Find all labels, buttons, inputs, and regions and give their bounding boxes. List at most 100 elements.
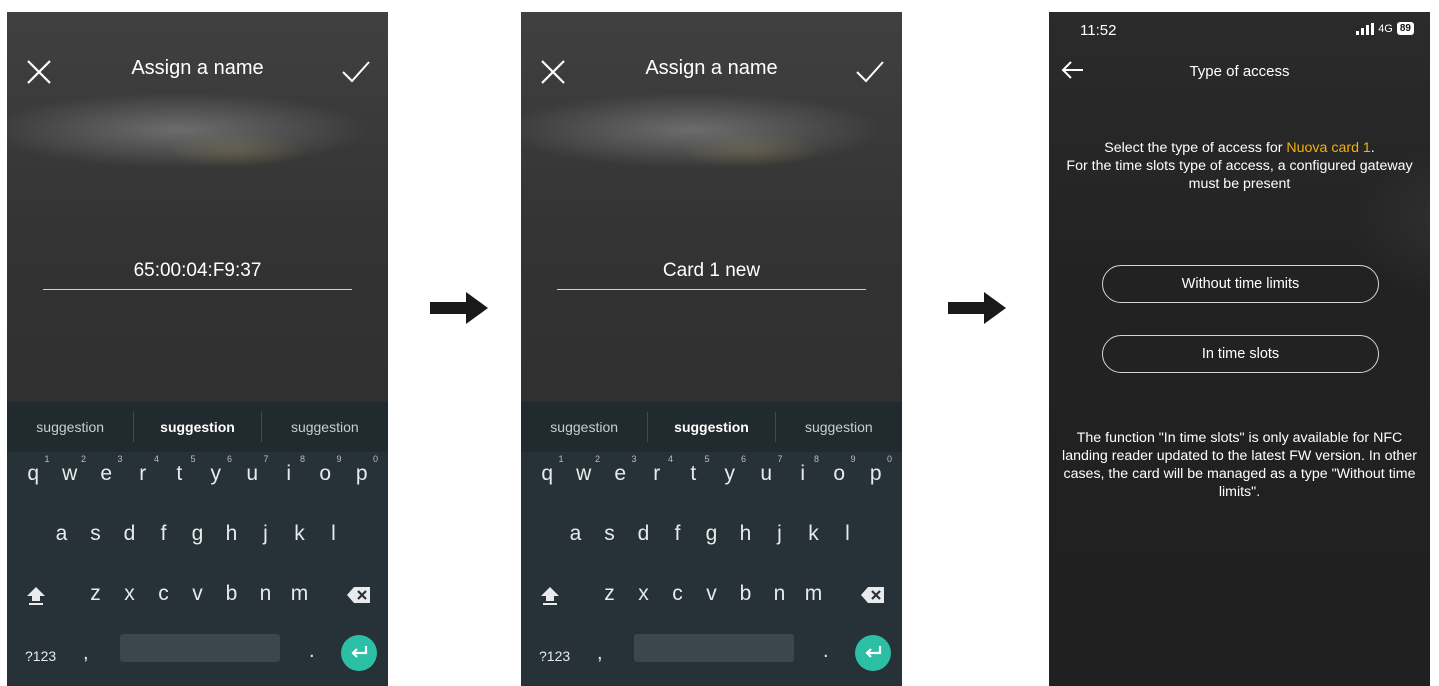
key-hint: 1 <box>44 454 50 464</box>
key-hint: 7 <box>777 454 783 464</box>
key-v[interactable]: v <box>181 582 215 606</box>
key-v[interactable]: v <box>695 582 729 606</box>
key-hint: 5 <box>704 454 710 464</box>
key-y[interactable]: y6 <box>712 454 749 486</box>
key-hint: 3 <box>631 454 637 464</box>
screen-title: Assign a name <box>645 57 778 79</box>
keyboard: suggestion suggestion suggestion q1 w2 e… <box>521 402 902 686</box>
key-t[interactable]: t5 <box>161 454 198 486</box>
key-n[interactable]: n <box>249 582 283 606</box>
suggestion-right[interactable]: suggestion <box>262 419 388 435</box>
space-key[interactable] <box>634 634 794 662</box>
key-i[interactable]: i8 <box>785 454 822 486</box>
status-time: 11:52 <box>1080 22 1117 39</box>
info-note: The function "In time slots" is only ava… <box>1062 430 1417 500</box>
space-key[interactable] <box>120 634 280 662</box>
key-m[interactable]: m <box>283 582 317 606</box>
key-a[interactable]: a <box>559 522 593 546</box>
key-f[interactable]: f <box>147 522 181 546</box>
key-b[interactable]: b <box>729 582 763 606</box>
key-h[interactable]: h <box>215 522 249 546</box>
key-e[interactable]: e3 <box>88 454 125 486</box>
key-f[interactable]: f <box>661 522 695 546</box>
key-c[interactable]: c <box>147 582 181 606</box>
check-icon[interactable] <box>342 58 370 86</box>
backspace-icon[interactable] <box>346 584 372 606</box>
comma-key[interactable]: , <box>597 642 603 665</box>
key-l[interactable]: l <box>831 522 865 546</box>
arrow-right-icon <box>430 292 488 324</box>
key-l[interactable]: l <box>317 522 351 546</box>
input-underline <box>43 289 352 290</box>
key-u[interactable]: u7 <box>748 454 785 486</box>
suggestion-bar: suggestion suggestion suggestion <box>521 402 902 452</box>
key-k[interactable]: k <box>283 522 317 546</box>
key-row-3: z x c v b n m <box>7 582 388 606</box>
without-time-limits-button[interactable]: Without time limits <box>1102 265 1379 303</box>
comma-key[interactable]: , <box>83 642 89 665</box>
key-n[interactable]: n <box>763 582 797 606</box>
key-hint: 4 <box>667 454 673 464</box>
key-row-1: q1 w2 e3 r4 t5 y6 u7 i8 o9 p0 <box>521 454 902 486</box>
key-r[interactable]: r4 <box>639 454 676 486</box>
period-key[interactable]: . <box>309 640 315 663</box>
type-of-access-screen: 11:52 4G 89 Type of access Select the ty… <box>1049 12 1430 686</box>
key-q[interactable]: q1 <box>529 454 566 486</box>
network-label: 4G <box>1378 22 1393 35</box>
key-x[interactable]: x <box>627 582 661 606</box>
key-s[interactable]: s <box>593 522 627 546</box>
key-k[interactable]: k <box>797 522 831 546</box>
key-h[interactable]: h <box>729 522 763 546</box>
key-i[interactable]: i8 <box>271 454 308 486</box>
suggestion-right[interactable]: suggestion <box>776 419 902 435</box>
key-e[interactable]: e3 <box>602 454 639 486</box>
key-t[interactable]: t5 <box>675 454 712 486</box>
name-input[interactable]: Card 1 new <box>557 260 866 282</box>
check-icon[interactable] <box>856 58 884 86</box>
backspace-icon[interactable] <box>860 584 886 606</box>
symbols-key[interactable]: ?123 <box>539 648 570 664</box>
suggestion-left[interactable]: suggestion <box>7 419 133 435</box>
key-hint: 1 <box>558 454 564 464</box>
key-x[interactable]: x <box>113 582 147 606</box>
key-q[interactable]: q1 <box>15 454 52 486</box>
key-hint: 4 <box>153 454 159 464</box>
key-o[interactable]: o9 <box>821 454 858 486</box>
intro-line-2: For the time slots type of access, a con… <box>1066 158 1413 192</box>
in-time-slots-button[interactable]: In time slots <box>1102 335 1379 373</box>
input-underline <box>557 289 866 290</box>
suggestion-middle[interactable]: suggestion <box>648 419 774 435</box>
key-b[interactable]: b <box>215 582 249 606</box>
key-o[interactable]: o9 <box>307 454 344 486</box>
key-m[interactable]: m <box>797 582 831 606</box>
enter-icon[interactable] <box>341 635 377 671</box>
symbols-key[interactable]: ?123 <box>25 648 56 664</box>
key-w[interactable]: w2 <box>566 454 603 486</box>
key-r[interactable]: r4 <box>125 454 162 486</box>
key-g[interactable]: g <box>181 522 215 546</box>
key-p[interactable]: p0 <box>344 454 381 486</box>
suggestion-middle[interactable]: suggestion <box>134 419 260 435</box>
name-input[interactable]: 65:00:04:F9:37 <box>43 260 352 282</box>
key-d[interactable]: d <box>627 522 661 546</box>
key-d[interactable]: d <box>113 522 147 546</box>
key-a[interactable]: a <box>45 522 79 546</box>
suggestion-left[interactable]: suggestion <box>521 419 647 435</box>
key-hint: 0 <box>372 454 378 464</box>
period-key[interactable]: . <box>823 640 829 663</box>
key-hint: 7 <box>263 454 269 464</box>
assign-name-screen-1: Assign a name 65:00:04:F9:37 suggestion … <box>7 12 388 686</box>
key-c[interactable]: c <box>661 582 695 606</box>
key-z[interactable]: z <box>79 582 113 606</box>
keyboard: suggestion suggestion suggestion q1 w2 e… <box>7 402 388 686</box>
key-j[interactable]: j <box>249 522 283 546</box>
key-w[interactable]: w2 <box>52 454 89 486</box>
key-y[interactable]: y6 <box>198 454 235 486</box>
key-g[interactable]: g <box>695 522 729 546</box>
key-s[interactable]: s <box>79 522 113 546</box>
key-j[interactable]: j <box>763 522 797 546</box>
key-p[interactable]: p0 <box>858 454 895 486</box>
key-z[interactable]: z <box>593 582 627 606</box>
key-u[interactable]: u7 <box>234 454 271 486</box>
enter-icon[interactable] <box>855 635 891 671</box>
